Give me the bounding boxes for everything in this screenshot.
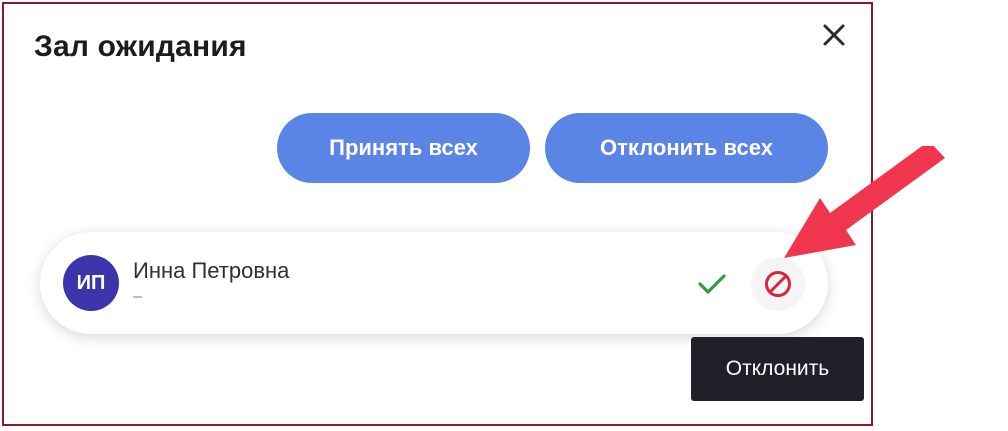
ban-icon [765,271,791,297]
close-button[interactable] [818,19,850,51]
reject-all-button[interactable]: Отклонить всех [545,113,828,183]
participant-card: ИП Инна Петровна – [40,232,828,334]
reject-participant-button[interactable] [751,257,805,311]
participant-subtitle: – [133,288,142,305]
check-icon [698,274,726,294]
close-icon [823,24,845,46]
reject-tooltip: Отклонить [691,337,864,401]
avatar: ИП [63,255,119,311]
accept-all-button[interactable]: Принять всех [277,113,530,183]
accept-participant-button[interactable] [693,265,731,303]
waiting-room-dialog: Зал ожидания Принять всех Отклонить всех… [2,2,873,426]
dialog-title: Зал ожидания [34,30,247,63]
screenshot-stage: Зал ожидания Принять всех Отклонить всех… [0,0,1008,431]
participant-name: Инна Петровна [133,258,290,283]
